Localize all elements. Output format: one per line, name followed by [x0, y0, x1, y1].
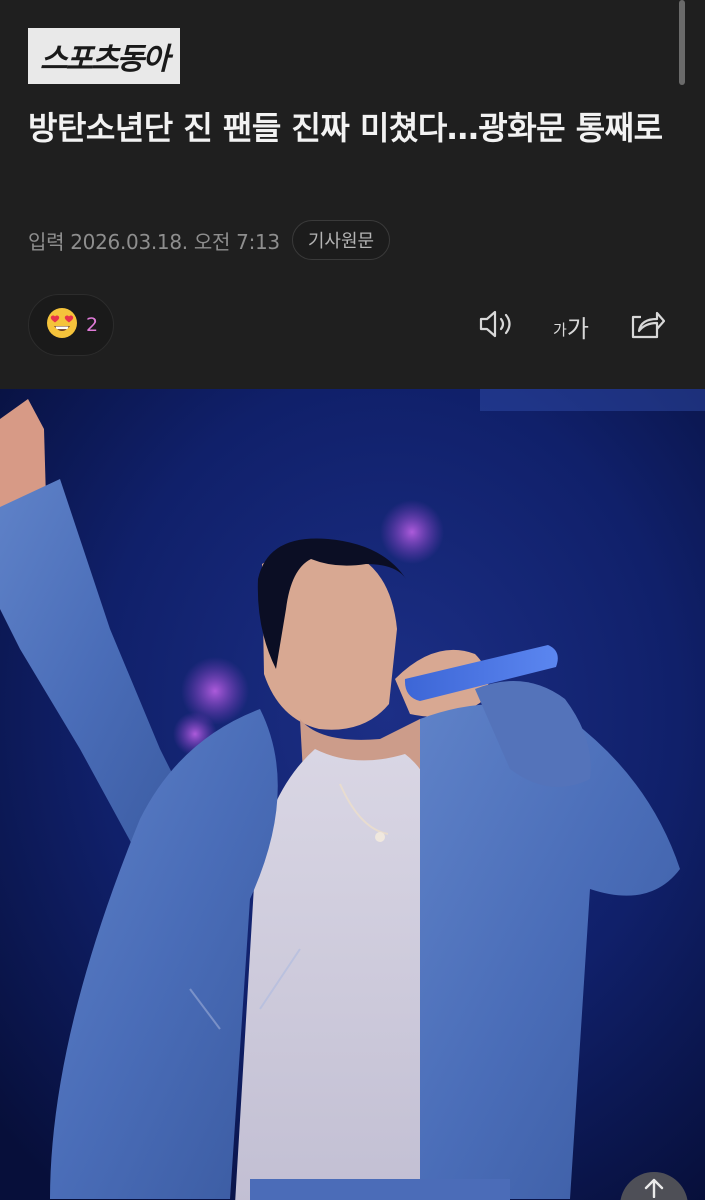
- reaction-button[interactable]: 2: [28, 294, 114, 356]
- text-to-speech-button[interactable]: [476, 306, 516, 346]
- font-size-large-label: 가: [566, 314, 589, 343]
- share-icon: [627, 307, 666, 345]
- publish-date: 입력 2026.03.18. 오전 7:13: [28, 229, 280, 254]
- article-photo[interactable]: [0, 389, 705, 1200]
- article-page: 스포츠동아 방탄소년단 진 팬들 진짜 미쳤다…광화문 통째로 입력 2026.…: [0, 0, 705, 1200]
- heart-eyes-emoji-icon: [46, 307, 78, 343]
- press-logo-text: 스포츠동아: [40, 42, 170, 77]
- press-logo[interactable]: 스포츠동아: [28, 28, 180, 84]
- article-meta: 입력 2026.03.18. 오전 7:13 기사원문: [28, 218, 391, 262]
- reaction-count: 2: [86, 314, 99, 336]
- share-button[interactable]: [626, 306, 666, 346]
- font-size-button[interactable]: 가 가: [546, 306, 596, 346]
- original-article-button[interactable]: 기사원문: [291, 220, 391, 260]
- arrow-up-icon: [643, 1178, 665, 1200]
- speaker-icon: [477, 308, 515, 344]
- font-size-small-label: 가: [553, 320, 567, 339]
- scrollbar[interactable]: [679, 0, 685, 85]
- article-title: 방탄소년단 진 팬들 진짜 미쳤다…광화문 통째로: [28, 109, 663, 147]
